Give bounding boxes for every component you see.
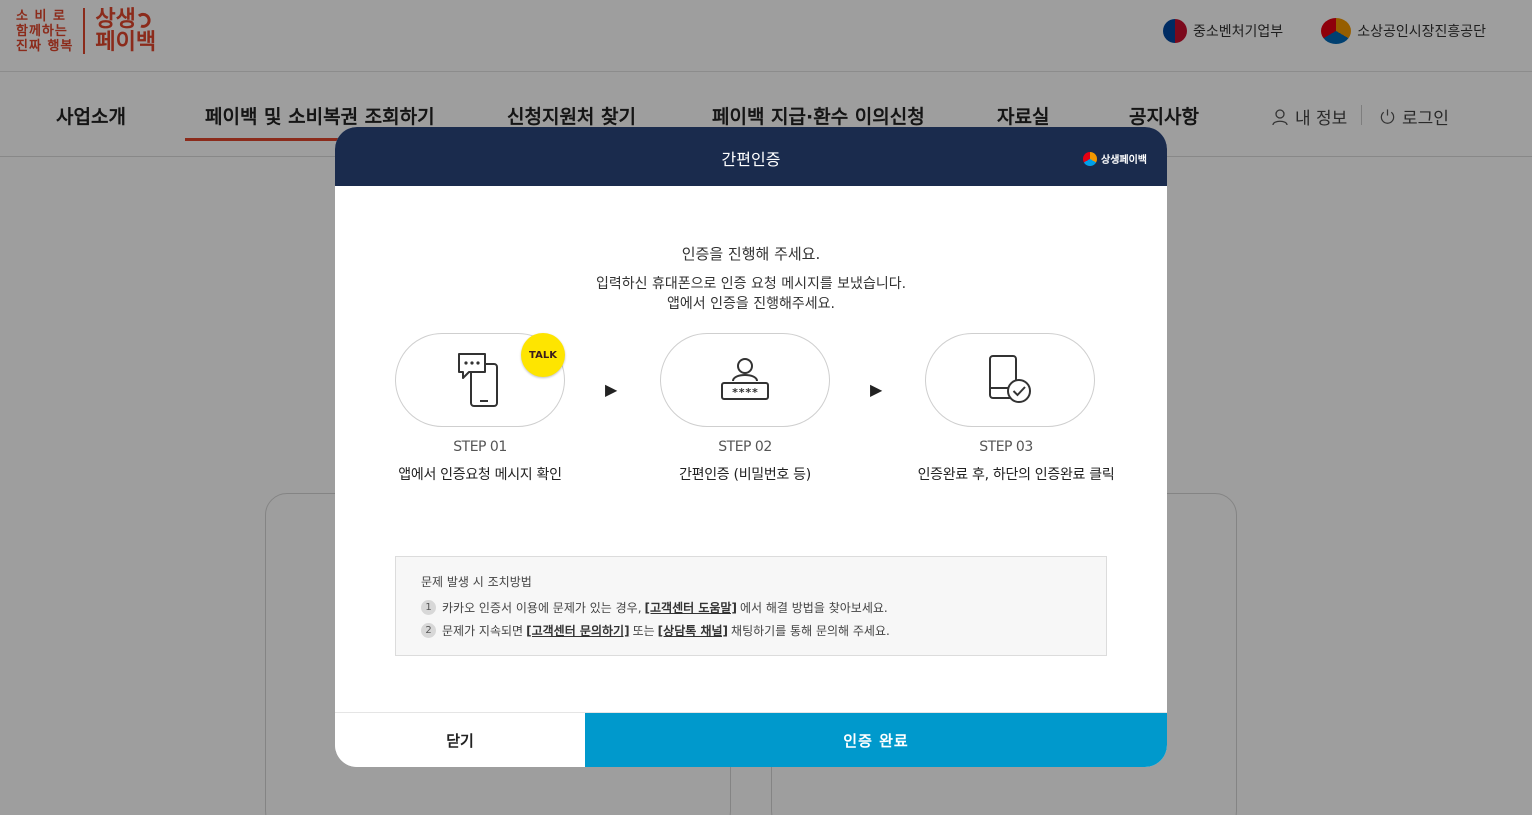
help-number-badge: 2	[421, 623, 436, 638]
phone-chat-icon	[458, 353, 498, 407]
customer-center-help-link[interactable]: [고객센터 도움말]	[645, 599, 737, 616]
help-text: 또는	[632, 624, 655, 638]
consult-talk-channel-link[interactable]: [상담톡 채널]	[658, 622, 728, 639]
help-text: 채팅하기를 통해 문의해 주세요.	[731, 624, 890, 638]
kakao-talk-badge: TALK	[521, 333, 565, 377]
step-3-description: 인증완료 후, 하단의 인증완료 클릭	[917, 467, 1115, 483]
step-3-number: STEP 03	[979, 439, 1033, 455]
intro-line: 앱에서 인증을 진행해주세요.	[667, 296, 835, 312]
logo-mark-icon	[1083, 151, 1097, 166]
intro-title: 인증을 진행해 주세요.	[681, 245, 821, 263]
auth-modal: 간편인증 상생페이백 인증을 진행해 주세요. 입력하신 휴대폰으로 인증 요청…	[335, 127, 1167, 767]
step-1-description: 앱에서 인증요청 메시지 확인	[398, 467, 562, 483]
step-3-icon-box	[925, 333, 1095, 427]
step-arrow-icon: ▶	[870, 380, 883, 399]
step-arrow-icon: ▶	[605, 380, 618, 399]
help-text: 에서 해결 방법을 찾아보세요.	[739, 601, 888, 615]
step-2-number: STEP 02	[718, 439, 772, 455]
step-2-description: 간편인증 (비밀번호 등)	[679, 467, 811, 483]
step-2-icon-box: ****	[660, 333, 830, 427]
auth-complete-button[interactable]: 인증 완료	[585, 713, 1167, 767]
customer-center-inquiry-link[interactable]: [고객센터 문의하기]	[526, 622, 629, 639]
header-logo: 상생페이백	[1083, 151, 1147, 166]
help-box: 문제 발생 시 조치방법 1 카카오 인증서 이용에 문제가 있는 경우, [고…	[395, 556, 1107, 656]
help-text: 카카오 인증서 이용에 문제가 있는 경우,	[442, 601, 642, 615]
user-password-icon: ****	[721, 358, 769, 400]
close-button[interactable]: 닫기	[335, 713, 585, 767]
step-1-number: STEP 01	[453, 439, 507, 455]
header-logo-text: 상생페이백	[1101, 155, 1147, 166]
intro-line: 입력하신 휴대폰으로 인증 요청 메시지를 보냈습니다.	[595, 276, 907, 292]
svg-text:****: ****	[732, 386, 759, 399]
help-number-badge: 1	[421, 600, 436, 615]
help-row-2: 2 문제가 지속되면 [고객센터 문의하기] 또는 [상담톡 채널] 채팅하기를…	[421, 622, 890, 639]
help-text: 문제가 지속되면	[442, 624, 524, 638]
modal-header: 간편인증 상생페이백	[335, 127, 1167, 186]
modal-footer: 닫기 인증 완료	[335, 712, 1167, 767]
modal-title: 간편인증	[721, 150, 781, 169]
help-row-1: 1 카카오 인증서 이용에 문제가 있는 경우, [고객센터 도움말] 에서 해…	[421, 599, 888, 616]
phone-check-icon	[989, 355, 1031, 403]
help-title: 문제 발생 시 조치방법	[421, 575, 532, 589]
